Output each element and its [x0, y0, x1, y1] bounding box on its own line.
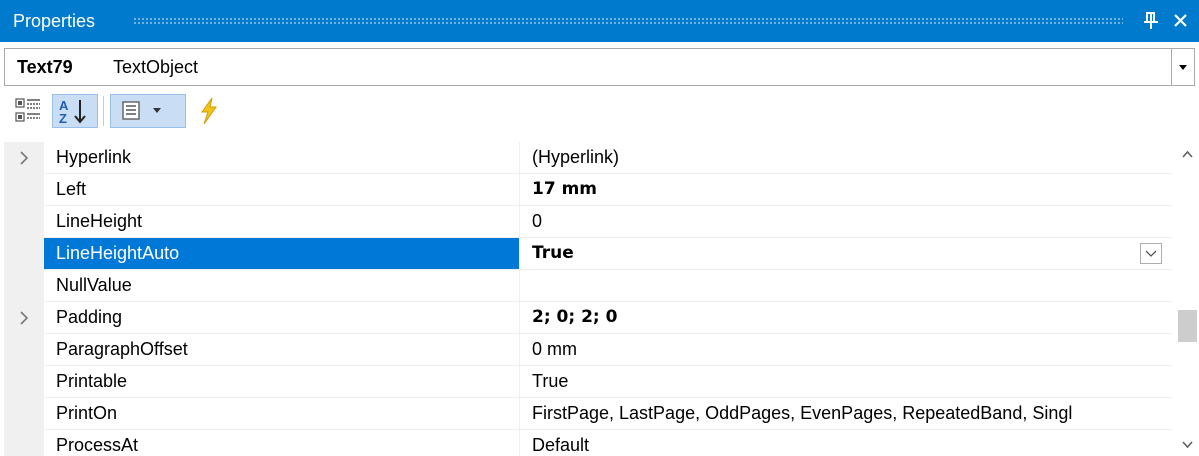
- property-name[interactable]: NullValue: [44, 270, 520, 302]
- chevron-right-icon[interactable]: [14, 148, 34, 168]
- property-row-printable[interactable]: Printable True: [4, 366, 1172, 398]
- title-bar-grip: [133, 17, 1123, 25]
- alphabetical-sort-icon: A Z: [53, 98, 97, 131]
- toolbar-separator: [103, 96, 104, 126]
- property-row-padding[interactable]: Padding 2; 0; 2; 0: [4, 302, 1172, 334]
- properties-icon: [111, 101, 185, 131]
- events-button[interactable]: [192, 94, 224, 128]
- property-name[interactable]: Hyperlink: [44, 142, 520, 174]
- object-selector-dropdown-button[interactable]: [1171, 49, 1194, 85]
- chevron-right-icon[interactable]: [14, 308, 34, 328]
- property-row-processat[interactable]: ProcessAt Default: [4, 430, 1172, 456]
- object-selector[interactable]: Text79 TextObject: [4, 48, 1195, 86]
- scrollbar-thumb[interactable]: [1178, 310, 1197, 342]
- property-name[interactable]: LineHeight: [44, 206, 520, 238]
- property-name[interactable]: ParagraphOffset: [44, 334, 520, 366]
- property-value[interactable]: [520, 270, 1172, 302]
- selected-object-name: Text79: [17, 57, 73, 77]
- properties-view-button[interactable]: [110, 94, 186, 128]
- property-value[interactable]: 2; 0; 2; 0: [520, 302, 1172, 334]
- vertical-scrollbar[interactable]: [1176, 142, 1199, 456]
- properties-title-bar[interactable]: Properties: [0, 0, 1199, 42]
- categorized-button[interactable]: [12, 94, 46, 128]
- property-value[interactable]: True: [520, 238, 1172, 270]
- property-row-lineheight[interactable]: LineHeight 0: [4, 206, 1172, 238]
- close-icon[interactable]: [1170, 6, 1192, 34]
- property-name[interactable]: LineHeightAuto: [44, 238, 520, 270]
- property-value[interactable]: Default: [520, 430, 1172, 456]
- value-dropdown-button[interactable]: [1140, 243, 1162, 264]
- panel-title: Properties: [13, 11, 96, 31]
- pin-icon[interactable]: [1140, 6, 1162, 34]
- properties-toolbar: A Z: [0, 86, 1199, 136]
- categorized-icon: [12, 98, 46, 132]
- property-value[interactable]: (Hyperlink): [520, 142, 1172, 174]
- property-row-left[interactable]: Left 17 mm: [4, 174, 1172, 206]
- property-name[interactable]: ProcessAt: [44, 430, 520, 456]
- property-value[interactable]: FirstPage, LastPage, OddPages, EvenPages…: [520, 398, 1172, 430]
- property-value[interactable]: True: [520, 366, 1172, 398]
- property-row-lineheightauto[interactable]: LineHeightAuto True: [4, 238, 1172, 270]
- events-lightning-icon: [192, 97, 224, 132]
- scroll-up-icon[interactable]: [1176, 144, 1199, 166]
- property-name[interactable]: PrintOn: [44, 398, 520, 430]
- property-grid[interactable]: Hyperlink (Hyperlink) Left 17 mm LineHei…: [4, 142, 1199, 456]
- svg-text:Z: Z: [59, 111, 67, 126]
- property-value[interactable]: 17 mm: [520, 174, 1172, 206]
- scroll-down-icon[interactable]: [1176, 434, 1199, 456]
- property-name[interactable]: Left: [44, 174, 520, 206]
- selected-object-type: TextObject: [113, 57, 199, 77]
- alphabetical-button[interactable]: A Z: [52, 94, 98, 128]
- property-row-paragraphoffset[interactable]: ParagraphOffset 0 mm: [4, 334, 1172, 366]
- property-value[interactable]: 0: [520, 206, 1172, 238]
- property-row-printon[interactable]: PrintOn FirstPage, LastPage, OddPages, E…: [4, 398, 1172, 430]
- property-name[interactable]: Padding: [44, 302, 520, 334]
- property-value[interactable]: 0 mm: [520, 334, 1172, 366]
- property-row-hyperlink[interactable]: Hyperlink (Hyperlink): [4, 142, 1172, 174]
- property-row-nullvalue[interactable]: NullValue: [4, 270, 1172, 302]
- property-name[interactable]: Printable: [44, 366, 520, 398]
